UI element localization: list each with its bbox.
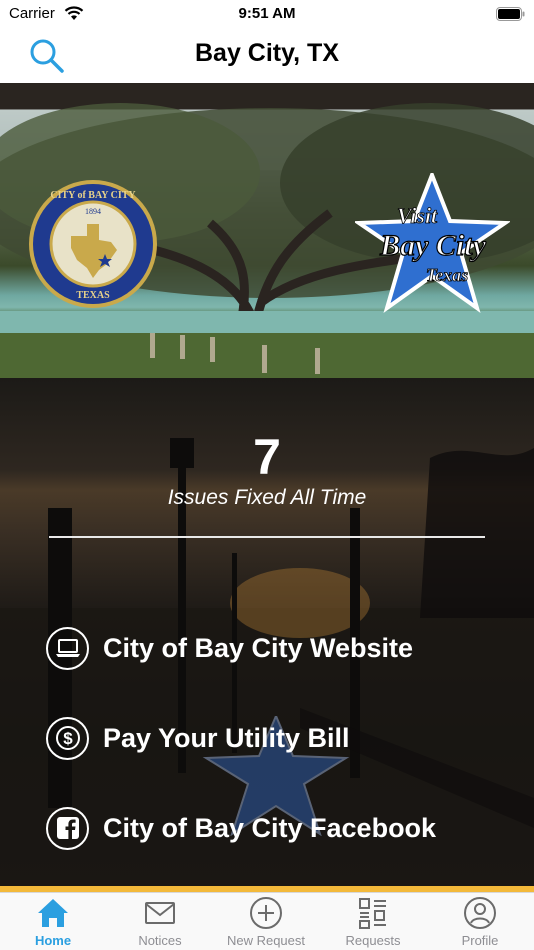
pay-utility-bill-link[interactable]: $ Pay Your Utility Bill — [46, 716, 350, 760]
facebook-icon — [46, 806, 89, 850]
city-seal-logo: CITY of BAY CITY 1894 TEXAS — [29, 180, 157, 308]
visit-logo-line3: Texas — [426, 265, 468, 285]
city-website-label: City of Bay City Website — [103, 632, 414, 663]
issues-fixed-count: 7 — [253, 429, 281, 485]
tab-home-label: Home — [34, 933, 72, 948]
laptop-icon — [46, 626, 89, 670]
tab-notices[interactable]: Notices — [107, 893, 213, 950]
visit-logo-line2: Bay City — [379, 229, 487, 262]
user-circle-icon — [464, 897, 496, 929]
battery-icon — [496, 7, 525, 21]
page-title: Bay City, TX — [194, 39, 340, 67]
tab-requests-label: Requests — [345, 933, 401, 948]
city-facebook-link[interactable]: City of Bay City Facebook — [46, 806, 436, 850]
clock: 9:51 AM — [238, 5, 296, 22]
tab-profile-label: Profile — [461, 933, 499, 948]
visit-logo-line1: Visit — [397, 203, 438, 228]
visit-bay-city-logo: Visit Bay City Texas — [355, 173, 510, 313]
plus-circle-icon — [250, 897, 282, 929]
tab-profile[interactable]: Profile — [427, 893, 533, 950]
status-bar: Carrier 9:51 AM — [0, 0, 534, 28]
tab-new-request-label: New Request — [226, 933, 306, 948]
city-facebook-label: City of Bay City Facebook — [103, 812, 437, 843]
seal-bottom-text: TEXAS — [76, 290, 110, 301]
tab-requests[interactable]: Requests — [320, 893, 426, 950]
seal-top-text: CITY of BAY CITY — [50, 190, 136, 201]
list-icon — [359, 898, 386, 929]
home-icon — [38, 899, 68, 927]
divider — [49, 536, 485, 538]
envelope-icon — [145, 902, 175, 924]
tab-bar: Home Notices New Request Requests Profil… — [0, 892, 534, 950]
navigation-bar: Bay City, TX — [0, 28, 534, 83]
svg-text:$: $ — [63, 729, 73, 748]
city-website-link[interactable]: City of Bay City Website — [46, 626, 413, 670]
seal-year-text: 1894 — [85, 207, 101, 216]
pay-utility-bill-label: Pay Your Utility Bill — [103, 722, 350, 753]
dollar-icon: $ — [46, 716, 89, 760]
tab-new-request[interactable]: New Request — [213, 893, 319, 950]
tab-home[interactable]: Home — [0, 893, 106, 950]
hero-banner: CITY of BAY CITY 1894 TEXAS Visit Bay Ci… — [0, 83, 534, 378]
sunset-background-section: 7 Issues Fixed All Time City of Bay City… — [0, 378, 534, 888]
tab-notices-label: Notices — [138, 933, 182, 948]
issues-fixed-label: Issues Fixed All Time — [167, 486, 367, 509]
